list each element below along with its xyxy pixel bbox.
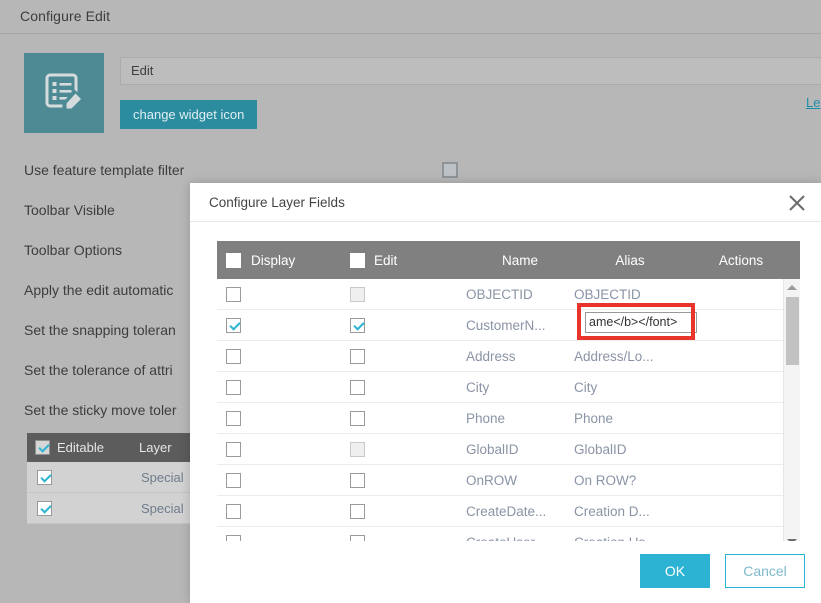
row-edit-checkbox [350,286,365,302]
layer-table-header: Editable Layer [27,433,199,462]
row-field-name: City [466,379,490,395]
row-field-alias[interactable]: Address/Lo... [574,349,686,364]
table-row[interactable]: Address Address/Lo... [217,341,800,372]
column-header-actions: Actions [718,252,764,268]
row-field-name: OBJECTID [466,286,533,302]
table-row[interactable]: GlobalID GlobalID [217,434,800,465]
row-field-alias[interactable]: Phone [574,411,686,426]
row-field-alias[interactable]: City [574,380,686,395]
row-display-checkbox[interactable] [226,379,241,395]
table-row[interactable]: Phone Phone [217,403,800,434]
table-row[interactable]: City City [217,372,800,403]
header-display-checkbox[interactable] [226,252,241,268]
table-row[interactable]: OnROW On ROW? [217,465,800,496]
option-label-snapping-tolerance: Set the snapping toleran [24,322,176,338]
option-label-attribute-tolerance: Set the tolerance of attri [24,362,173,378]
fields-table-body: OBJECTID OBJECTID CustomerN... Address A… [217,279,800,549]
row-edit-checkbox [350,441,365,457]
row-field-name: GlobalID [466,441,519,457]
row-display-checkbox[interactable] [226,286,241,302]
option-label-use-feature-template-filter: Use feature template filter [24,162,185,178]
configure-layer-fields-dialog: Configure Layer Fields Display Edit Name… [190,183,821,603]
alias-edit-input[interactable]: ame</b></font> [585,312,697,333]
layer-column-layer-label: Layer [139,440,172,455]
row-field-alias[interactable]: GlobalID [574,442,686,457]
table-row[interactable]: CreateDate... Creation D... [217,496,800,527]
dialog-title: Configure Layer Fields [209,195,345,210]
column-header-edit: Edit [374,252,398,268]
row-display-checkbox[interactable] [226,348,241,364]
table-row[interactable]: CustomerN... [217,310,800,341]
layer-table-row[interactable]: Special [27,462,199,493]
layer-column-editable-label: Editable [57,440,104,455]
page-title: Configure Edit [20,8,111,24]
row-edit-checkbox[interactable] [350,317,365,333]
row-field-name: Phone [466,410,506,426]
fields-table-header: Display Edit Name Alias Actions [217,241,800,279]
layer-row-editable-checkbox[interactable] [37,501,52,517]
learn-more-link[interactable]: Le [806,95,820,110]
option-label-toolbar-options: Toolbar Options [24,242,123,258]
widget-name-input[interactable]: Edit [120,57,821,85]
ok-button[interactable]: OK [640,554,710,588]
row-field-name: Address [466,348,516,364]
table-row[interactable]: OBJECTID OBJECTID [217,279,800,310]
option-label-sticky-move-tolerance: Set the sticky move toler [24,402,177,418]
layer-header-editable-checkbox[interactable] [35,440,50,455]
layer-table-row[interactable]: Special [27,493,199,524]
layer-row-name: Special [141,500,184,516]
row-field-alias[interactable]: Creation D... [574,504,686,519]
column-header-display: Display [251,252,296,268]
close-icon[interactable] [783,189,811,217]
row-field-alias[interactable]: On ROW? [574,473,686,488]
layer-table: Editable Layer Special Special [27,433,199,524]
row-edit-checkbox[interactable] [350,503,365,519]
row-field-name: OnROW [466,472,518,488]
fields-table: Display Edit Name Alias Actions OBJECTID… [217,241,800,549]
row-display-checkbox[interactable] [226,472,241,488]
row-display-checkbox[interactable] [226,503,241,519]
layer-row-editable-checkbox[interactable] [37,470,52,486]
column-header-alias: Alias [615,252,645,268]
use-feature-template-filter-checkbox[interactable] [442,162,458,178]
row-edit-checkbox[interactable] [350,410,365,426]
dialog-footer: OK Cancel [190,541,821,603]
layer-row-name: Special [141,469,184,485]
option-label-apply-edit-automatically: Apply the edit automatic [24,282,174,298]
row-edit-checkbox[interactable] [350,472,365,488]
row-display-checkbox[interactable] [226,410,241,426]
window-titlebar: Configure Edit [0,0,821,34]
scroll-up-arrow-icon[interactable] [784,279,800,295]
edit-list-widget-icon[interactable] [24,53,104,133]
row-field-name: CreateDate... [466,503,547,519]
header-edit-checkbox[interactable] [350,252,365,268]
row-display-checkbox[interactable] [226,441,241,457]
row-edit-checkbox[interactable] [350,379,365,395]
row-field-alias[interactable]: OBJECTID [574,287,686,302]
dialog-header: Configure Layer Fields [190,183,821,222]
fields-table-scrollbar[interactable] [783,279,800,549]
option-label-toolbar-visible: Toolbar Visible [24,202,115,218]
row-edit-checkbox[interactable] [350,348,365,364]
column-header-name: Name [501,252,538,268]
change-widget-icon-button[interactable]: change widget icon [120,100,258,129]
scrollbar-thumb[interactable] [786,297,799,365]
row-display-checkbox[interactable] [226,317,241,333]
cancel-button[interactable]: Cancel [725,554,805,588]
row-field-name: CustomerN... [466,317,546,333]
